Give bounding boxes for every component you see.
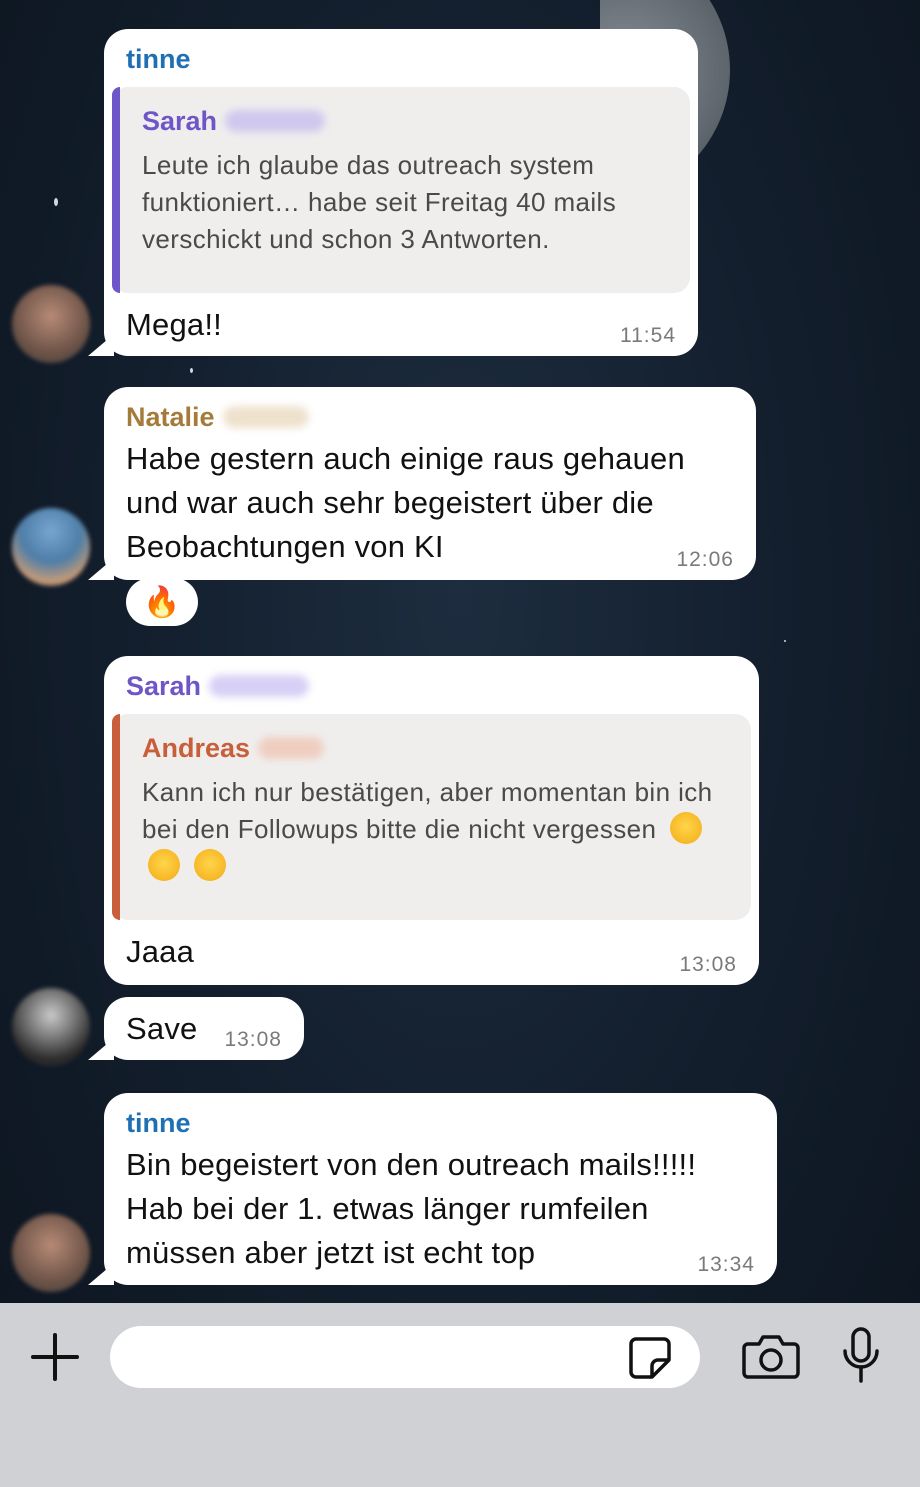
sticker-icon[interactable] <box>628 1336 672 1380</box>
message-bubble[interactable]: Sarah Andreas Kann ich nur bestätigen, a… <box>104 656 759 985</box>
input-bar <box>0 1303 920 1487</box>
quoted-sender: Sarah <box>142 103 668 139</box>
quoted-text: Kann ich nur bestätigen, aber momentan b… <box>142 777 713 844</box>
star <box>784 640 786 642</box>
star <box>54 198 58 206</box>
avatar[interactable] <box>12 285 90 363</box>
message-bubble[interactable]: Save 13:08 <box>104 997 304 1060</box>
redacted-surname <box>222 406 309 428</box>
sender-label: tinne <box>126 1108 191 1138</box>
message-time: 11:54 <box>620 324 676 347</box>
quoted-text: Leute ich glaube das outreach system fun… <box>142 150 617 254</box>
quote-bar <box>112 87 120 293</box>
message-time: 12:06 <box>676 548 734 571</box>
sender-name: tinne <box>126 41 676 77</box>
message-bubble[interactable]: tinne Sarah Leute ich glaube das outreac… <box>104 29 698 356</box>
message-input[interactable] <box>110 1326 700 1388</box>
laughing-emoji-icon <box>148 849 180 881</box>
message-text: Habe gestern auch einige raus gehauen un… <box>126 441 685 564</box>
sender-label: tinne <box>126 44 191 74</box>
star <box>190 368 193 373</box>
sender-label: Sarah <box>126 671 202 701</box>
redacted-surname <box>209 675 310 697</box>
message-time: 13:08 <box>679 953 737 976</box>
camera-icon[interactable] <box>742 1333 800 1379</box>
message-text: Jaaa <box>126 934 195 969</box>
plus-icon[interactable] <box>30 1332 80 1382</box>
avatar[interactable] <box>12 508 90 586</box>
quoted-message[interactable]: Sarah Leute ich glaube das outreach syst… <box>112 87 690 293</box>
sender-label: Natalie <box>126 402 215 432</box>
redacted-surname <box>258 737 325 759</box>
message-text: Mega!! <box>126 307 222 342</box>
laughing-emoji-icon <box>670 812 703 844</box>
quoted-sender: Andreas <box>142 730 729 766</box>
quoted-text-wrap: Kann ich nur bestätigen, aber momentan b… <box>142 774 729 885</box>
message-bubble[interactable]: Natalie Habe gestern auch einige raus ge… <box>104 387 756 580</box>
message-text: Bin begeistert von den outreach mails!!!… <box>126 1147 697 1270</box>
avatar[interactable] <box>12 988 90 1066</box>
message-time: 13:08 <box>224 1028 282 1051</box>
quoted-sender-label: Andreas <box>142 732 251 763</box>
sender-name: tinne <box>126 1105 755 1141</box>
quote-bar <box>112 714 120 920</box>
redacted-surname <box>225 110 326 132</box>
microphone-icon[interactable] <box>840 1327 882 1385</box>
message-bubble[interactable]: tinne Bin begeistert von den outreach ma… <box>104 1093 777 1285</box>
fire-icon: 🔥 <box>143 585 181 619</box>
reaction-badge[interactable]: 🔥 <box>126 578 198 626</box>
message-time: 13:34 <box>697 1253 755 1276</box>
avatar[interactable] <box>12 1214 90 1292</box>
quoted-message[interactable]: Andreas Kann ich nur bestätigen, aber mo… <box>112 714 751 920</box>
sender-name: Natalie <box>126 399 734 435</box>
laughing-emoji-icon <box>193 849 226 881</box>
sender-name: Sarah <box>126 668 737 704</box>
quoted-sender-label: Sarah <box>142 105 218 136</box>
